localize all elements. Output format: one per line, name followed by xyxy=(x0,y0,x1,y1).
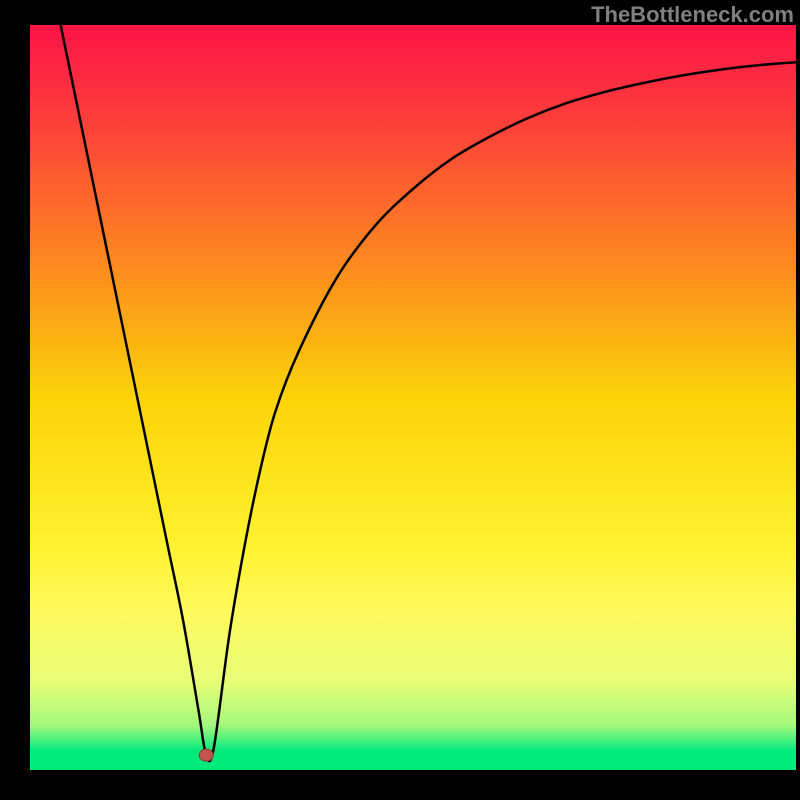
plot-background xyxy=(30,25,796,770)
optimal-marker xyxy=(199,749,213,761)
bottleneck-chart xyxy=(0,0,800,800)
chart-container: TheBottleneck.com xyxy=(0,0,800,800)
watermark-text: TheBottleneck.com xyxy=(591,2,794,28)
